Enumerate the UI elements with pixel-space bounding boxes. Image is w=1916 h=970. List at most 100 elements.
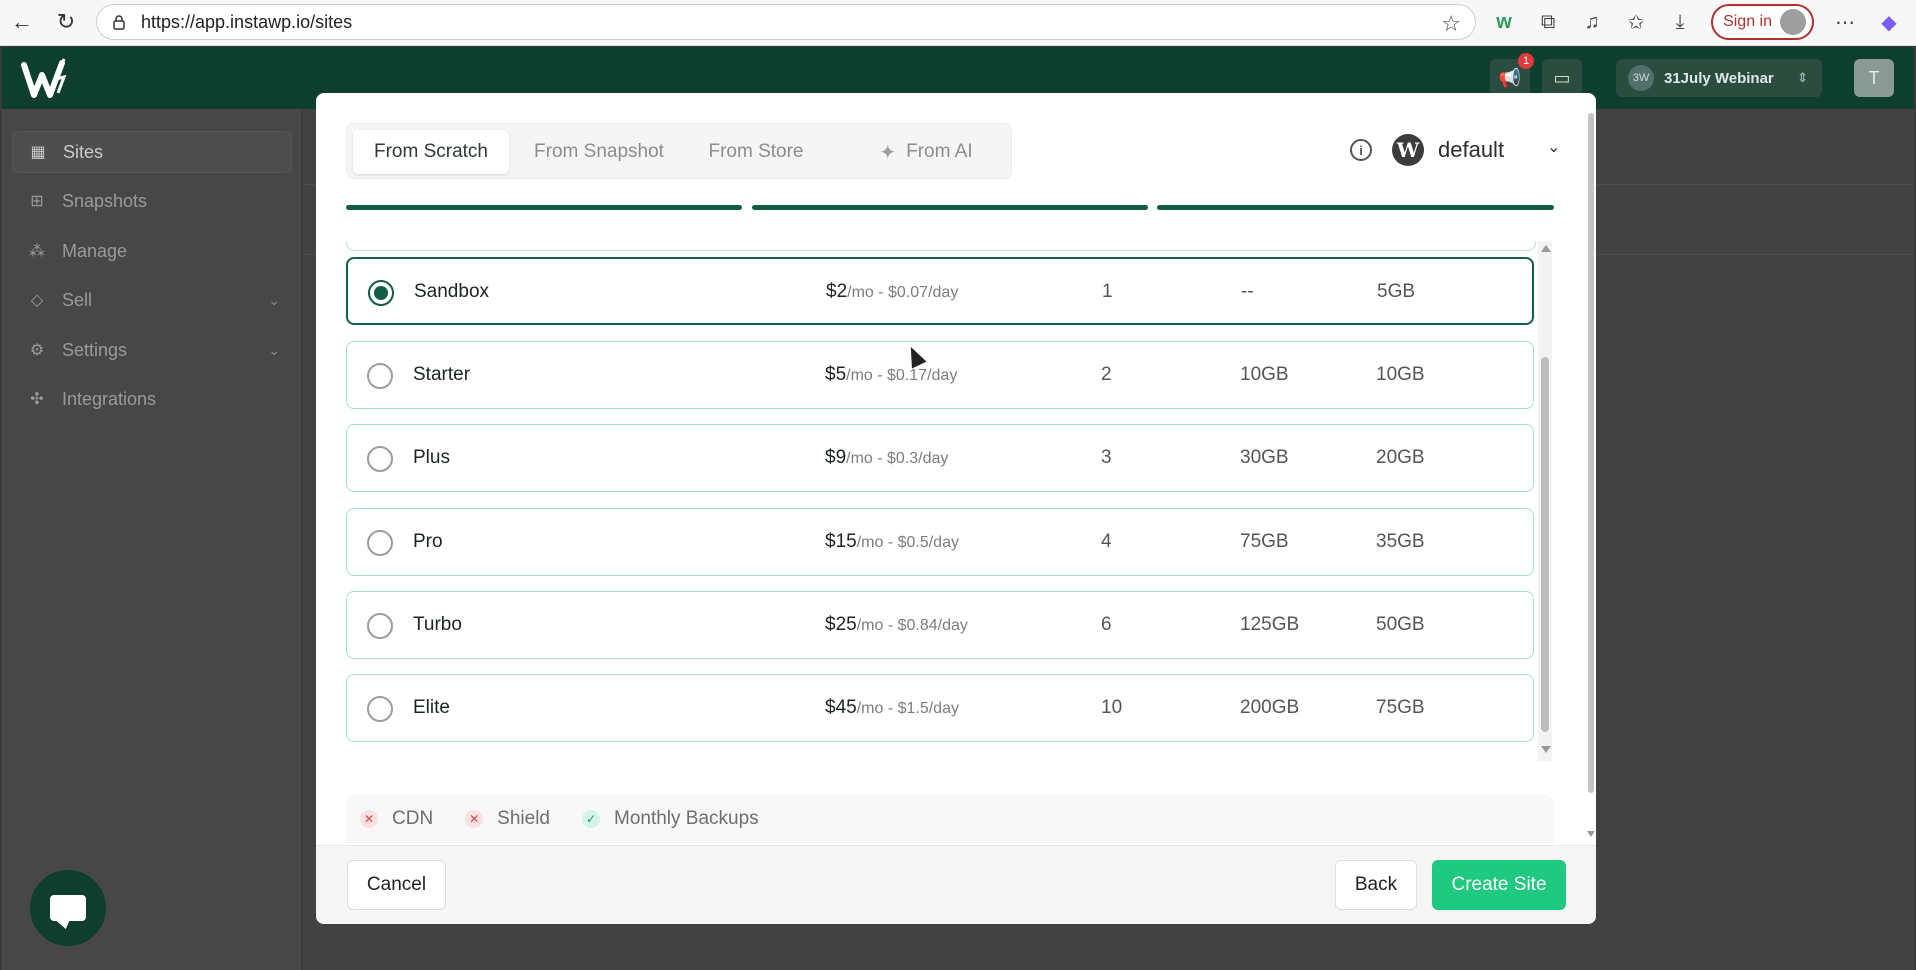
- feature-shield: ✕ Shield: [465, 808, 550, 830]
- instawp-logo-icon: [21, 58, 67, 98]
- favorites-icon[interactable]: ✩: [1623, 10, 1649, 35]
- plan-storage: 10GB: [1376, 364, 1425, 385]
- sign-in-button[interactable]: Sign in: [1711, 4, 1814, 40]
- feature-label: Monthly Backups: [614, 808, 759, 829]
- plan-row-pro[interactable]: Pro $15/mo - $0.5/day 4 75GB 35GB: [346, 508, 1534, 576]
- gear-icon: ⚙: [29, 342, 45, 359]
- plan-name: Elite: [413, 697, 450, 718]
- create-site-button[interactable]: Create Site: [1432, 860, 1566, 910]
- tag-icon: ◇: [30, 292, 44, 309]
- url-text: https://app.instawp.io/sites: [141, 11, 353, 32]
- profile-avatar-icon: [1780, 9, 1806, 35]
- modal-footer: Cancel Back Create Site: [316, 845, 1596, 924]
- plan-sites: 6: [1101, 614, 1112, 635]
- feature-cdn: ✕ CDN: [360, 808, 433, 830]
- tab-from-scratch[interactable]: From Scratch: [353, 130, 509, 174]
- cancel-button[interactable]: Cancel: [347, 860, 446, 910]
- plan-storage: 20GB: [1376, 447, 1425, 468]
- tab-from-snapshot[interactable]: From Snapshot: [519, 130, 679, 174]
- plan-name: Sandbox: [414, 281, 490, 302]
- plan-sites: 1: [1102, 281, 1113, 302]
- plan-row-elite[interactable]: Elite $45/mo - $1.5/day 10 200GB 75GB: [346, 674, 1534, 742]
- plan-storage: 50GB: [1376, 614, 1425, 635]
- plan-bandwidth: 200GB: [1240, 697, 1300, 718]
- back-arrow-icon[interactable]: ←: [6, 6, 38, 38]
- downloads-icon[interactable]: ⤓: [1667, 11, 1693, 34]
- favorite-star-icon[interactable]: ☆: [1441, 11, 1461, 37]
- copilot-icon[interactable]: ◆: [1876, 10, 1902, 35]
- scroll-down-arrow-icon[interactable]: [1541, 746, 1551, 753]
- sidebar-item-sites[interactable]: ▦ Sites: [12, 131, 292, 173]
- tab-from-ai[interactable]: ✦ From AI: [851, 130, 1001, 174]
- info-icon[interactable]: i: [1350, 139, 1372, 161]
- plan-bandwidth: --: [1241, 281, 1254, 302]
- presentation-button[interactable]: ▭: [1542, 59, 1582, 97]
- sidebar-item-sell[interactable]: ◇ Sell ⌄: [12, 279, 292, 321]
- back-button[interactable]: Back: [1335, 860, 1417, 910]
- scroll-up-arrow-icon[interactable]: [1541, 245, 1551, 252]
- sidebar: ▦ Sites ⊞ Snapshots ⁂ Manage ◇ Sell ⌄ ⚙ …: [2, 109, 302, 970]
- user-avatar[interactable]: T: [1854, 59, 1894, 97]
- plan-row-starter[interactable]: Starter $5/mo - $0.17/day 2 10GB 10GB: [346, 341, 1534, 409]
- plan-price: $5/mo - $0.17/day: [825, 364, 958, 385]
- sidebar-item-label: Settings: [62, 339, 128, 360]
- instawp-logo[interactable]: [20, 57, 76, 101]
- x-icon: ✕: [360, 810, 378, 828]
- create-site-modal: From Scratch From Snapshot From Store ✦ …: [316, 93, 1596, 924]
- sidebar-item-manage[interactable]: ⁂ Manage: [12, 230, 292, 272]
- plan-row-plus[interactable]: Plus $9/mo - $0.3/day 3 30GB 20GB: [346, 424, 1534, 492]
- config-profile-select[interactable]: default: [1438, 137, 1504, 163]
- tab-label: From AI: [906, 141, 973, 162]
- check-icon: ✓: [582, 810, 600, 828]
- plan-price: $15/mo - $0.5/day: [825, 531, 959, 552]
- plan-list-scrollbar[interactable]: [1538, 241, 1552, 761]
- plan-storage: 75GB: [1376, 697, 1425, 718]
- plan-price: $2/mo - $0.07/day: [826, 281, 959, 302]
- plan-sites: 4: [1101, 531, 1112, 552]
- feature-monthly-backups: ✓ Monthly Backups: [582, 808, 759, 830]
- plan-sites: 3: [1101, 447, 1112, 468]
- announcements-button[interactable]: 📢 1: [1490, 53, 1534, 97]
- plan-bandwidth: 125GB: [1240, 614, 1300, 635]
- sidebar-item-integrations[interactable]: ✣ Integrations: [12, 378, 292, 420]
- team-selector[interactable]: 3W 31July Webinar ⇕: [1616, 59, 1822, 97]
- sidebar-item-label: Integrations: [62, 388, 157, 409]
- updown-chevron-icon: ⇕: [1797, 70, 1808, 85]
- tab-label: From Store: [708, 141, 804, 162]
- sidebar-item-settings[interactable]: ⚙ Settings ⌄: [12, 329, 292, 371]
- plan-radio[interactable]: [367, 363, 393, 389]
- presentation-icon: ▭: [1553, 67, 1571, 88]
- extensions-puzzle-icon[interactable]: ⧉: [1535, 11, 1561, 34]
- plan-row-sandbox[interactable]: Sandbox $2/mo - $0.07/day 1 -- 5GB: [346, 257, 1534, 325]
- scroll-down-arrow-icon[interactable]: [1587, 831, 1595, 837]
- plan-radio[interactable]: [367, 446, 393, 472]
- step-progress-3: [1157, 205, 1554, 210]
- puzzle-icon: ✣: [30, 391, 44, 408]
- plan-row-turbo[interactable]: Turbo $25/mo - $0.84/day 6 125GB 50GB: [346, 591, 1534, 659]
- modal-scrollbar[interactable]: [1586, 93, 1596, 841]
- scrollbar-thumb[interactable]: [1541, 357, 1549, 732]
- more-menu-icon[interactable]: ⋯: [1832, 10, 1858, 35]
- address-bar[interactable]: https://app.instawp.io/sites ☆: [96, 4, 1476, 40]
- plan-radio[interactable]: [368, 280, 394, 306]
- chat-button[interactable]: [30, 870, 106, 946]
- refresh-icon[interactable]: ↻: [50, 6, 82, 38]
- sidebar-item-snapshots[interactable]: ⊞ Snapshots: [12, 180, 292, 222]
- x-icon: ✕: [465, 810, 484, 828]
- modal-scrollbar-thumb[interactable]: [1588, 113, 1594, 793]
- plan-radio[interactable]: [367, 613, 393, 639]
- plan-name: Plus: [413, 447, 450, 468]
- plan-radio[interactable]: [367, 530, 393, 556]
- tab-from-store[interactable]: From Store: [691, 130, 821, 174]
- chat-bubble-icon: [50, 895, 86, 921]
- plan-radio[interactable]: [367, 696, 393, 722]
- extension-w-icon[interactable]: w: [1491, 11, 1517, 34]
- plan-price: $9/mo - $0.3/day: [825, 447, 949, 468]
- tab-label: From Snapshot: [534, 141, 664, 162]
- plan-name: Pro: [413, 531, 443, 552]
- media-icon[interactable]: ♫: [1579, 11, 1605, 34]
- lock-icon: [113, 15, 125, 30]
- plan-price: $25/mo - $0.84/day: [825, 614, 968, 635]
- chevron-down-icon[interactable]: ⌄: [1547, 137, 1560, 157]
- plan-storage: 5GB: [1377, 281, 1416, 302]
